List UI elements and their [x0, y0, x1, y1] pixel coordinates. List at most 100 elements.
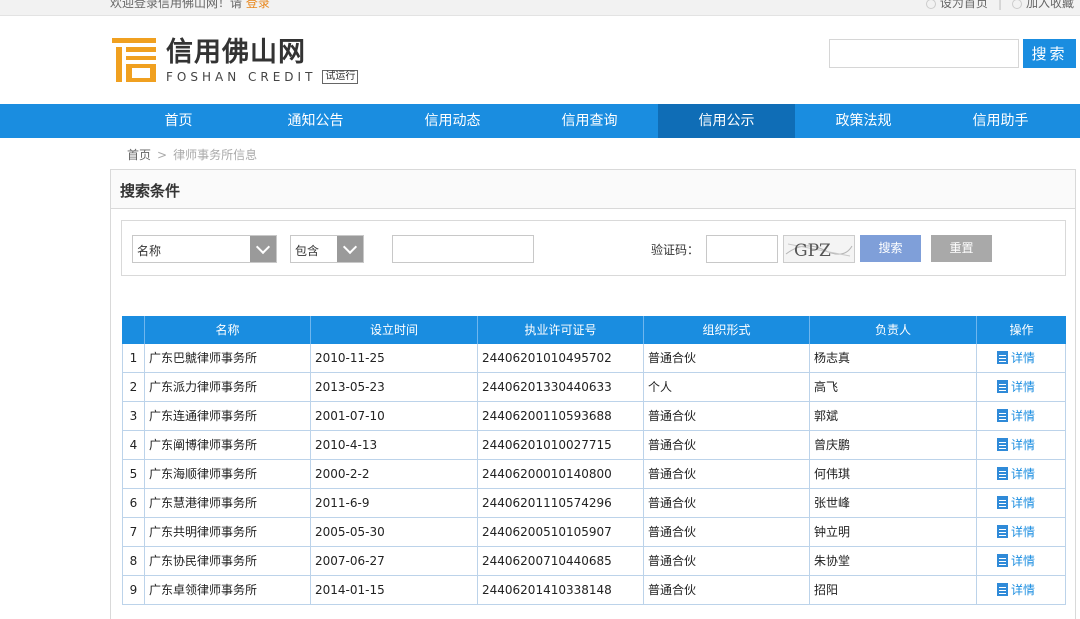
- cell-date: 2013-05-23: [311, 373, 478, 401]
- document-icon: [997, 409, 1008, 422]
- document-icon: [997, 496, 1008, 509]
- field-select[interactable]: 名称: [132, 235, 277, 263]
- cell-date: 2007-06-27: [311, 547, 478, 575]
- detail-link[interactable]: 详情: [977, 402, 1066, 430]
- cell-form: 普通合伙: [644, 431, 810, 459]
- trial-badge: 试运行: [322, 70, 359, 84]
- table-row: 3 广东连通律师事务所 2001-07-10 24406200110593688 普通合…: [122, 402, 1066, 431]
- detail-link[interactable]: 详情: [977, 431, 1066, 459]
- cell-index: 1: [122, 344, 145, 372]
- captcha-input[interactable]: [706, 235, 778, 263]
- match-select[interactable]: 包含: [290, 235, 364, 263]
- cell-license: 24406201010027715: [478, 431, 644, 459]
- add-favorite-link[interactable]: 加入收藏: [1011, 0, 1074, 11]
- cell-head: 招阳: [810, 576, 977, 604]
- column-header-index: [122, 316, 145, 344]
- table-row: 9 广东卓领律师事务所 2014-01-15 24406201410338148 普通合…: [122, 576, 1066, 605]
- detail-link[interactable]: 详情: [977, 373, 1066, 401]
- document-icon: [997, 351, 1008, 364]
- nav-item-credit-assistant[interactable]: 信用助手: [932, 104, 1069, 138]
- cell-form: 普通合伙: [644, 460, 810, 488]
- field-select-value: 名称: [137, 244, 162, 258]
- detail-label: 详情: [1011, 409, 1036, 423]
- detail-link[interactable]: 详情: [977, 344, 1066, 372]
- keyword-input[interactable]: [392, 235, 534, 263]
- nav-item-home[interactable]: 首页: [110, 104, 247, 138]
- cell-form: 普通合伙: [644, 402, 810, 430]
- login-link[interactable]: 登录: [246, 0, 270, 10]
- cell-license: 24406201330440633: [478, 373, 644, 401]
- results-table: 名称 设立时间 执业许可证号 组织形式 负责人 操作 1 广东巴虩律师事务所 201…: [122, 316, 1066, 605]
- nav-item-credit-query[interactable]: 信用查询: [521, 104, 658, 138]
- document-icon: [997, 438, 1008, 451]
- detail-label: 详情: [1011, 554, 1036, 568]
- column-header-license: 执业许可证号: [478, 316, 644, 344]
- top-links: 设为首页 | 加入收藏: [925, 0, 1074, 11]
- column-header-form: 组织形式: [644, 316, 810, 344]
- document-icon: [997, 525, 1008, 538]
- chevron-down-icon: [250, 236, 276, 262]
- cell-name: 广东协民律师事务所: [145, 547, 311, 575]
- table-row: 5 广东海顺律师事务所 2000-2-2 24406200010140800 普通合伙何…: [122, 460, 1066, 489]
- logo-mark-icon: [112, 38, 156, 82]
- table-row: 6 广东慧港律师事务所 2011-6-9 24406201110574296 普通合伙张…: [122, 489, 1066, 518]
- column-header-action: 操作: [1009, 323, 1034, 337]
- search-panel: 搜索条件 名称 包含 验证码： GPZ 搜索 重置 名称 设立时间 执业许可证号…: [110, 169, 1076, 619]
- home-icon: [925, 0, 936, 9]
- cell-name: 广东连通律师事务所: [145, 402, 311, 430]
- nav-item-notices[interactable]: 通知公告: [247, 104, 384, 138]
- breadcrumb-separator: >: [157, 148, 168, 162]
- breadcrumb-current: 律师事务所信息: [173, 148, 258, 162]
- cell-head: 张世峰: [810, 489, 977, 517]
- site-search-button[interactable]: 搜索: [1023, 39, 1076, 68]
- cell-index: 5: [122, 460, 145, 488]
- cell-license: 24406200010140800: [478, 460, 644, 488]
- cell-license: 24406201010495702: [478, 344, 644, 372]
- cell-head: 朱协堂: [810, 547, 977, 575]
- detail-label: 详情: [1011, 583, 1036, 597]
- nav-item-policies[interactable]: 政策法规: [795, 104, 932, 138]
- header: 信用佛山网 FOSHAN CREDIT 试运行 搜索: [0, 16, 1080, 104]
- cell-date: 2010-11-25: [311, 344, 478, 372]
- detail-link[interactable]: 详情: [977, 576, 1066, 604]
- nav-item-credit-publicity[interactable]: 信用公示: [658, 104, 795, 138]
- document-icon: [997, 380, 1008, 393]
- cell-date: 2011-6-9: [311, 489, 478, 517]
- cell-index: 7: [122, 518, 145, 546]
- site-logo[interactable]: 信用佛山网 FOSHAN CREDIT 试运行: [112, 37, 359, 84]
- table-body: 1 广东巴虩律师事务所 2010-11-25 24406201010495702 普通合…: [122, 344, 1066, 605]
- cell-form: 普通合伙: [644, 576, 810, 604]
- captcha-label: 验证码：: [651, 243, 700, 257]
- cell-form: 普通合伙: [644, 518, 810, 546]
- panel-title: 搜索条件: [120, 182, 181, 200]
- table-row: 2 广东派力律师事务所 2013-05-23 24406201330440633 个人高…: [122, 373, 1066, 402]
- detail-label: 详情: [1011, 438, 1036, 452]
- welcome-text: 欢迎登录信用佛山网！请 登录: [110, 0, 270, 11]
- set-home-label: 设为首页: [939, 0, 988, 10]
- document-icon: [997, 554, 1008, 567]
- detail-link[interactable]: 详情: [977, 547, 1066, 575]
- site-search-input[interactable]: [829, 39, 1019, 68]
- cell-name: 广东派力律师事务所: [145, 373, 311, 401]
- cell-index: 6: [122, 489, 145, 517]
- breadcrumb-home[interactable]: 首页: [127, 148, 151, 162]
- cell-name: 广东卓领律师事务所: [145, 576, 311, 604]
- detail-link[interactable]: 详情: [977, 489, 1066, 517]
- logo-title: 信用佛山网: [166, 37, 306, 68]
- search-button[interactable]: 搜索: [860, 235, 921, 262]
- cell-name: 广东海顺律师事务所: [145, 460, 311, 488]
- star-icon: [1011, 0, 1022, 9]
- cell-name: 广东共明律师事务所: [145, 518, 311, 546]
- cell-index: 8: [122, 547, 145, 575]
- logo-subtitle: FOSHAN CREDIT: [166, 70, 317, 84]
- reset-button[interactable]: 重置: [931, 235, 992, 262]
- main-nav: 首页 通知公告 信用动态 信用查询 信用公示 政策法规 信用助手: [0, 104, 1080, 138]
- detail-link[interactable]: 详情: [977, 518, 1066, 546]
- table-row: 4 广东阐博律师事务所 2010-4-13 24406201010027715 普通合伙…: [122, 431, 1066, 460]
- cell-head: 钟立明: [810, 518, 977, 546]
- set-home-link[interactable]: 设为首页: [925, 0, 988, 11]
- captcha-image[interactable]: GPZ: [783, 235, 855, 263]
- detail-link[interactable]: 详情: [977, 460, 1066, 488]
- chevron-down-icon: [337, 236, 363, 262]
- nav-item-credit-news[interactable]: 信用动态: [384, 104, 521, 138]
